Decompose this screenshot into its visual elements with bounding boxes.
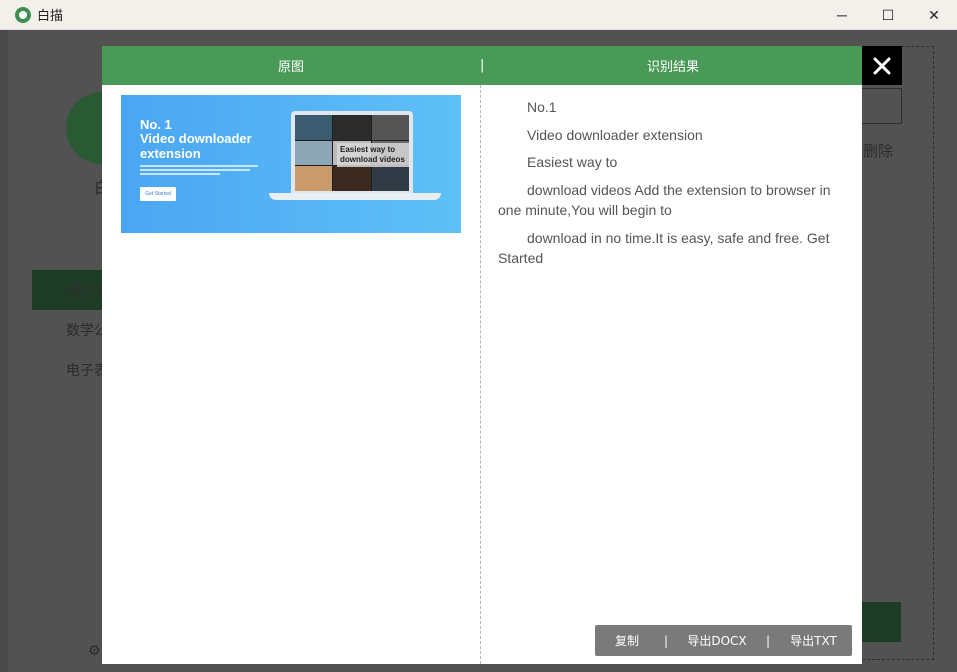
export-txt-button[interactable]: 导出TXT (775, 632, 852, 649)
background-input (858, 88, 902, 124)
action-separator: | (663, 633, 669, 648)
window-controls: ─ ☐ ✕ (819, 0, 957, 30)
result-modal: 原图 | 识别结果 No. 1 Video downloader extensi… (102, 46, 862, 664)
app-logo-icon (15, 6, 31, 23)
title-bar: 白描 ─ ☐ ✕ (0, 0, 957, 30)
modal-body: No. 1 Video downloader extension Get Sta… (102, 85, 862, 664)
preview-get-started: Get Started (140, 187, 176, 201)
close-window-button[interactable]: ✕ (911, 0, 957, 30)
recognition-result-text[interactable]: No.1 Video downloader extension Easiest … (498, 97, 848, 276)
close-modal-button[interactable] (862, 46, 902, 85)
maximize-button[interactable]: ☐ (865, 0, 911, 30)
tab-recognition-result[interactable]: 识别结果 (484, 56, 862, 75)
preview-heading: Video downloader extension (140, 131, 252, 161)
pane-divider (480, 85, 481, 664)
result-paragraph: Easiest way to (527, 154, 618, 170)
result-paragraph: download in no time.It is easy, safe and… (498, 229, 830, 267)
laptop-base (269, 193, 441, 200)
close-icon (873, 57, 891, 74)
bg-menu-item-image-text: 图片文 (32, 270, 112, 310)
preview-overlay-text: Easiest way to download videos (337, 143, 409, 167)
action-separator: | (765, 633, 771, 648)
preview-heading-number: No. 1 (140, 117, 172, 132)
original-image-preview: No. 1 Video downloader extension Get Sta… (121, 95, 461, 233)
tab-original-image[interactable]: 原图 (102, 56, 480, 75)
action-bar: 复制 | 导出DOCX | 导出TXT (595, 625, 852, 656)
minimize-button[interactable]: ─ (819, 0, 865, 30)
result-paragraph: Video downloader extension (527, 126, 703, 143)
copy-button[interactable]: 复制 (595, 632, 659, 649)
result-paragraph: No.1 (527, 99, 557, 115)
result-paragraph: download videos Add the extension to bro… (498, 181, 831, 219)
preview-body-lines (140, 165, 260, 175)
window-title: 白描 (37, 9, 64, 24)
gear-icon: ⚙ (88, 642, 101, 658)
modal-header: 原图 | 识别结果 (102, 46, 862, 85)
export-docx-button[interactable]: 导出DOCX (673, 632, 761, 649)
background-delete-label: 删除 (863, 142, 894, 160)
